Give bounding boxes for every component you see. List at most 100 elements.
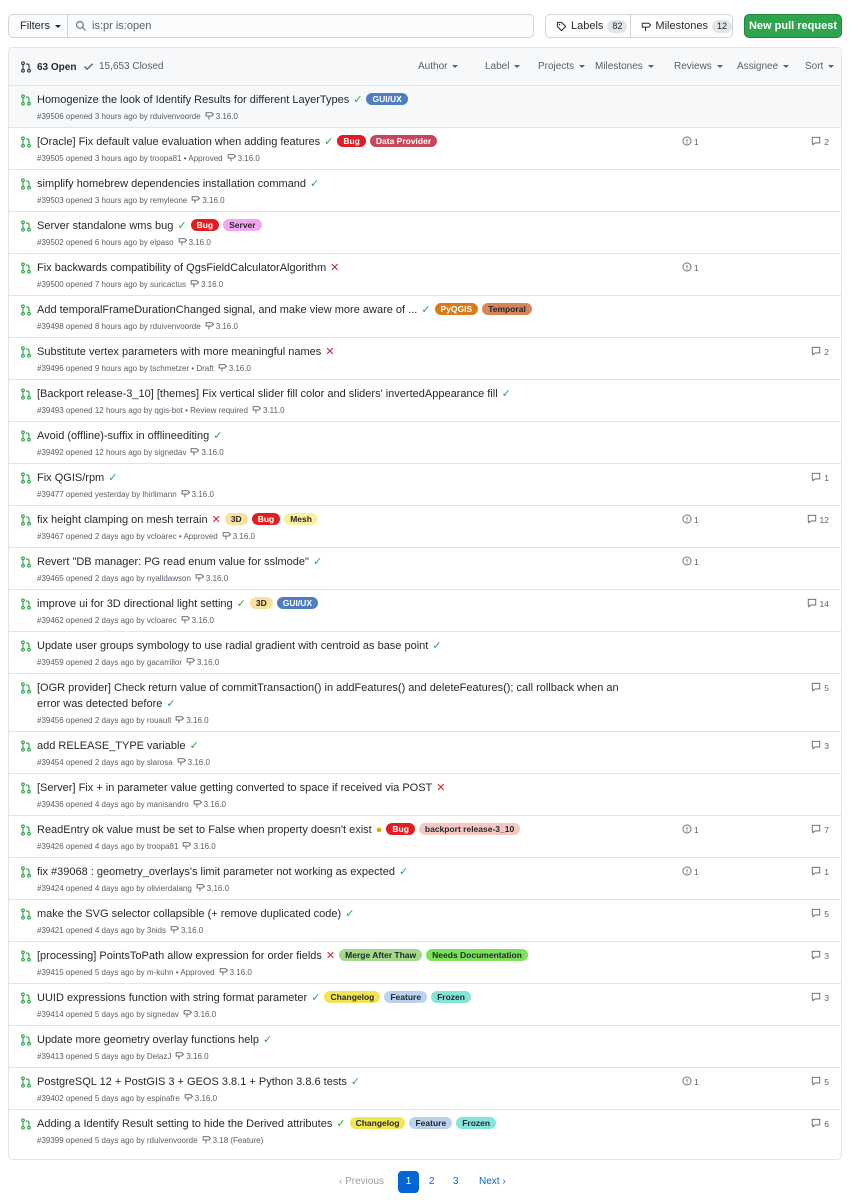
check-icon[interactable]: ✓ bbox=[237, 596, 246, 612]
milestone-link[interactable]: 3.16.0 bbox=[195, 573, 228, 584]
linked-issue[interactable]: 1 bbox=[682, 262, 699, 274]
open-filter[interactable]: 63 Open bbox=[20, 61, 76, 73]
filters-button[interactable]: Filters bbox=[8, 14, 68, 38]
comments-link[interactable]: 2 bbox=[811, 346, 829, 358]
pr-title-link[interactable]: improve ui for 3D directional light sett… bbox=[37, 598, 233, 610]
label-badge[interactable]: Bug bbox=[386, 823, 415, 835]
check-icon[interactable]: ✓ bbox=[166, 696, 175, 712]
closed-filter[interactable]: 15,653 Closed bbox=[83, 61, 164, 72]
pr-title-link[interactable]: [Oracle] Fix default value evaluation wh… bbox=[37, 136, 320, 148]
linked-issue[interactable]: 1 bbox=[682, 824, 699, 836]
pr-title-link[interactable]: [processing] PointsToPath allow expressi… bbox=[37, 950, 322, 962]
pr-title-link[interactable]: Add temporalFrameDurationChanged signal,… bbox=[37, 304, 417, 316]
pr-title-link[interactable]: add RELEASE_TYPE variable bbox=[37, 740, 186, 752]
linked-issue[interactable]: 1 bbox=[682, 866, 699, 878]
dot-icon[interactable]: ● bbox=[376, 822, 383, 838]
milestone-link[interactable]: 3.16.0 bbox=[191, 195, 225, 206]
pr-title-link[interactable]: simplify homebrew dependencies installat… bbox=[37, 178, 306, 190]
label-badge[interactable]: Bug bbox=[251, 513, 281, 525]
next-button[interactable]: Next › bbox=[479, 1171, 506, 1193]
pr-title-link[interactable]: Substitute vertex parameters with more m… bbox=[37, 346, 321, 358]
comments-link[interactable]: 5 bbox=[811, 1076, 829, 1088]
linked-issue[interactable]: 1 bbox=[682, 556, 699, 568]
pr-row[interactable]: Adding a Identify Result setting to hide… bbox=[9, 1110, 841, 1152]
filter-sort[interactable]: Sort bbox=[805, 61, 835, 72]
comments-link[interactable]: 5 bbox=[811, 908, 829, 920]
milestone-link[interactable]: 3.16.0 bbox=[177, 757, 210, 768]
comments-link[interactable]: 1 bbox=[811, 866, 829, 878]
filter-projects[interactable]: Projects bbox=[538, 61, 586, 72]
filter-assignee[interactable]: Assignee bbox=[737, 61, 790, 72]
x-icon[interactable]: ✕ bbox=[436, 780, 445, 796]
label-badge[interactable]: Needs Documentation bbox=[426, 949, 528, 961]
label-badge[interactable]: Merge After Thaw bbox=[339, 949, 423, 961]
milestone-link[interactable]: 3.16.0 bbox=[196, 883, 229, 894]
pr-row[interactable]: UUID expressions function with string fo… bbox=[9, 984, 841, 1026]
milestone-link[interactable]: 3.16.0 bbox=[181, 615, 214, 626]
comments-link[interactable]: 7 bbox=[811, 824, 829, 836]
pr-row[interactable]: Update more geometry overlay functions h… bbox=[9, 1026, 841, 1068]
pr-row[interactable]: Fix backwards compatibility of QgsFieldC… bbox=[9, 254, 841, 296]
filter-milestones[interactable]: Milestones bbox=[595, 61, 654, 72]
label-badge[interactable]: Bug bbox=[337, 135, 366, 147]
label-badge[interactable]: backport release-3_10 bbox=[418, 823, 521, 835]
pr-title-link[interactable]: Revert "DB manager: PG read enum value f… bbox=[37, 556, 309, 568]
label-badge[interactable]: Mesh bbox=[284, 513, 318, 525]
linked-issue[interactable]: 1 bbox=[682, 1076, 699, 1088]
label-badge[interactable]: Changelog bbox=[324, 991, 381, 1003]
linked-issue[interactable]: 1 bbox=[682, 514, 699, 526]
pr-title-link[interactable]: Adding a Identify Result setting to hide… bbox=[37, 1118, 332, 1130]
milestone-link[interactable]: 3.18 (Feature) bbox=[202, 1135, 263, 1146]
milestone-link[interactable]: 3.16.0 bbox=[218, 363, 251, 374]
comments-link[interactable]: 1 bbox=[811, 472, 829, 484]
check-icon[interactable]: ✓ bbox=[432, 638, 441, 654]
label-badge[interactable]: Changelog bbox=[349, 1117, 406, 1129]
x-icon[interactable]: ✕ bbox=[326, 948, 335, 964]
comments-link[interactable]: 2 bbox=[811, 136, 829, 148]
check-icon[interactable]: ✓ bbox=[263, 1032, 272, 1048]
check-icon[interactable]: ✓ bbox=[324, 134, 333, 150]
milestone-link[interactable]: 3.16.0 bbox=[190, 447, 224, 458]
pr-title-link[interactable]: fix #39068 : geometry_overlays's limit p… bbox=[37, 866, 395, 878]
pr-title-link[interactable]: Fix QGIS/rpm bbox=[37, 472, 104, 484]
check-icon[interactable]: ✓ bbox=[336, 1116, 345, 1132]
milestone-link[interactable]: 3.16.0 bbox=[182, 841, 216, 852]
page-3[interactable]: 3 bbox=[453, 1171, 459, 1193]
milestone-link[interactable]: 3.16.0 bbox=[205, 321, 238, 332]
label-badge[interactable]: GUI/UX bbox=[276, 597, 319, 609]
milestone-link[interactable]: 3.16.0 bbox=[205, 111, 238, 122]
milestone-link[interactable]: 3.16.0 bbox=[183, 1009, 216, 1020]
comments-link[interactable]: 14 bbox=[807, 598, 829, 610]
label-badge[interactable]: Data Provider bbox=[369, 135, 438, 147]
check-icon[interactable]: ✓ bbox=[190, 738, 199, 754]
comments-link[interactable]: 6 bbox=[811, 1118, 829, 1130]
filter-label[interactable]: Label bbox=[485, 61, 521, 72]
milestone-link[interactable]: 3.11.0 bbox=[252, 405, 285, 416]
label-badge[interactable]: Feature bbox=[409, 1117, 453, 1129]
label-badge[interactable]: GUI/UX bbox=[366, 93, 408, 105]
x-icon[interactable]: ✕ bbox=[212, 512, 221, 528]
check-icon[interactable]: ✓ bbox=[353, 92, 362, 108]
comments-link[interactable]: 12 bbox=[807, 514, 829, 526]
check-icon[interactable]: ✓ bbox=[502, 386, 511, 402]
pr-title-link[interactable]: [Backport release-3_10] [themes] Fix ver… bbox=[37, 388, 498, 400]
pr-row[interactable]: Homogenize the look of Identify Results … bbox=[9, 86, 841, 128]
milestone-link[interactable]: 3.16.0 bbox=[178, 237, 211, 248]
milestone-link[interactable]: 3.16.0 bbox=[219, 967, 252, 978]
pr-row[interactable]: make the SVG selector collapsible (+ rem… bbox=[9, 900, 841, 942]
pr-row[interactable]: PostgreSQL 12 + PostGIS 3 + GEOS 3.8.1 +… bbox=[9, 1068, 841, 1110]
search-input[interactable] bbox=[67, 14, 534, 38]
label-badge[interactable]: Frozen bbox=[431, 991, 471, 1003]
check-icon[interactable]: ✓ bbox=[213, 428, 222, 444]
pr-row[interactable]: [Server] Fix + in parameter value gettin… bbox=[9, 774, 841, 816]
label-badge[interactable]: Server bbox=[223, 219, 262, 231]
milestones-button[interactable]: Milestones 12 bbox=[630, 14, 733, 38]
milestone-link[interactable]: 3.16.0 bbox=[184, 1093, 217, 1104]
pr-title-link[interactable]: Update more geometry overlay functions h… bbox=[37, 1034, 259, 1046]
check-icon[interactable]: ✓ bbox=[345, 906, 354, 922]
comments-link[interactable]: 3 bbox=[811, 740, 829, 752]
pr-row[interactable]: improve ui for 3D directional light sett… bbox=[9, 590, 841, 632]
comments-link[interactable]: 3 bbox=[811, 992, 829, 1004]
pr-title-link[interactable]: Homogenize the look of Identify Results … bbox=[37, 94, 349, 106]
pr-title-link[interactable]: fix height clamping on mesh terrain bbox=[37, 514, 208, 526]
